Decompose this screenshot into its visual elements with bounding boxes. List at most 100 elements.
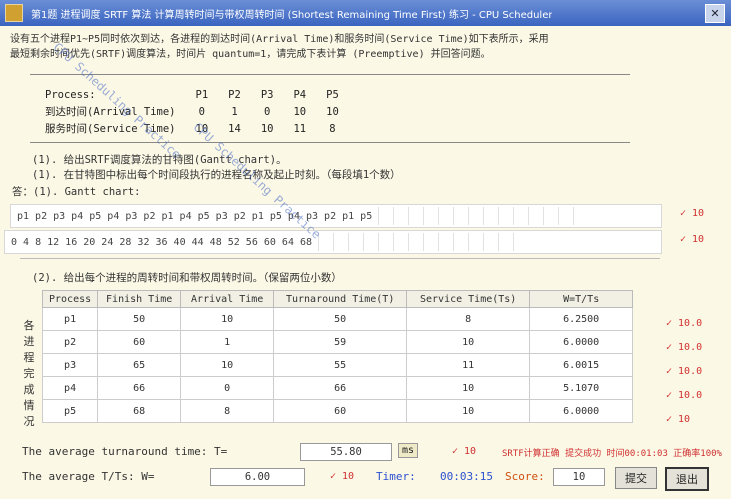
close-button[interactable]: ✕ xyxy=(705,4,725,23)
value-cell: 10 xyxy=(260,122,274,135)
q2-title: (2). 给出每个进程的周转时间和带权周转时间。（保留两位小数） xyxy=(32,272,342,284)
cell-service[interactable] xyxy=(406,353,531,377)
turnaround-input[interactable] xyxy=(278,358,402,372)
cell-turnaround[interactable] xyxy=(273,330,408,354)
cell-weighted[interactable] xyxy=(529,376,634,400)
cell-service[interactable] xyxy=(406,307,531,331)
weighted-input[interactable] xyxy=(533,404,630,418)
service-input[interactable] xyxy=(411,404,526,418)
avg-weighted-field[interactable] xyxy=(210,468,305,486)
question-line-2: 最短剩余时间优先(SRTF)调度算法，时间片 quantum=1，请完成下表计算… xyxy=(10,49,491,60)
col-header: Finish Time xyxy=(97,290,182,308)
score-field xyxy=(553,468,605,486)
service-input[interactable] xyxy=(411,358,526,372)
service-input[interactable] xyxy=(411,312,526,326)
col-header: W=T/Ts xyxy=(529,290,634,308)
avg-turnaround-field[interactable] xyxy=(300,443,392,461)
window-title: 第1题 进程调度 SRTF 算法 计算周转时间与带权周转时间 (Shortest… xyxy=(31,9,553,21)
row-mark: ✓ 10.0 xyxy=(666,318,703,329)
cell-weighted[interactable] xyxy=(529,330,634,354)
finish-input[interactable] xyxy=(100,381,179,395)
submit-button[interactable]: 提交 xyxy=(615,467,657,489)
cell-arrival[interactable] xyxy=(180,376,275,400)
row-mark: ✓ 10.0 xyxy=(666,366,703,377)
weighted-input[interactable] xyxy=(533,312,630,326)
table-row: p1 xyxy=(41,307,634,331)
cell-arrival[interactable] xyxy=(180,399,275,423)
col-header: Process xyxy=(41,290,99,308)
cell-turnaround[interactable] xyxy=(273,353,408,377)
cell-service[interactable] xyxy=(406,399,531,423)
finish-input[interactable] xyxy=(100,312,179,326)
weighted-input[interactable] xyxy=(533,335,630,349)
cell-finish[interactable] xyxy=(97,330,182,354)
cell-weighted[interactable] xyxy=(529,353,634,377)
q1-mark-2: ✓ 10 xyxy=(680,234,705,245)
avg-weighted-mark: ✓ 10 xyxy=(330,471,355,482)
avg-turnaround-mark: ✓ 10 xyxy=(452,446,477,457)
avg-turnaround-unit: ms xyxy=(398,443,419,458)
cell-turnaround[interactable] xyxy=(273,399,408,423)
service-input[interactable] xyxy=(411,381,526,395)
gantt-time-sequence: 0 4 8 12 16 20 24 28 32 36 40 44 48 52 5… xyxy=(11,236,313,248)
cell-process: p2 xyxy=(41,330,99,354)
cell-process: p4 xyxy=(41,376,99,400)
cell-finish[interactable] xyxy=(97,376,182,400)
cell-weighted[interactable] xyxy=(529,399,634,423)
arrival-input[interactable] xyxy=(183,358,271,372)
cell-turnaround[interactable] xyxy=(273,376,408,400)
arrival-input[interactable] xyxy=(183,404,271,418)
turnaround-input[interactable] xyxy=(278,312,402,326)
process-header-cell: P3 xyxy=(260,88,274,101)
cell-finish[interactable] xyxy=(97,353,182,377)
avg-turnaround-label: The average turnaround time: T= xyxy=(22,445,228,458)
cell-finish[interactable] xyxy=(97,307,182,331)
gantt-empty-cells[interactable] xyxy=(318,233,528,251)
q1-subtitle: (1). 在甘特图中标出每个时间段执行的进程名称及起止时刻。（每段填1个数） xyxy=(32,169,401,181)
table-row: p3 xyxy=(41,353,634,377)
turnaround-input[interactable] xyxy=(278,404,402,418)
col-header: Arrival Time xyxy=(180,290,275,308)
weighted-input[interactable] xyxy=(533,381,630,395)
cell-arrival[interactable] xyxy=(180,353,275,377)
finish-input[interactable] xyxy=(100,358,179,372)
arrival-input[interactable] xyxy=(183,312,271,326)
weighted-input[interactable] xyxy=(533,358,630,372)
gantt-process-sequence: p1 p2 p3 p4 p5 p4 p3 p2 p1 p4 p5 p3 p2 p… xyxy=(17,210,373,222)
cell-service[interactable] xyxy=(406,330,531,354)
cell-weighted[interactable] xyxy=(529,307,634,331)
results-table: Process Finish Time Arrival Time Turnaro… xyxy=(41,290,634,423)
turnaround-input[interactable] xyxy=(278,381,402,395)
value-cell: 14 xyxy=(228,122,241,135)
finish-input[interactable] xyxy=(100,335,179,349)
arrival-row: 到达时间(Arrival Time) 0 1 0 10 10 xyxy=(45,103,349,120)
value-cell: 11 xyxy=(293,122,307,135)
cell-arrival[interactable] xyxy=(180,330,275,354)
table-row: p5 xyxy=(41,399,634,423)
value-cell: 10 xyxy=(293,105,307,118)
divider xyxy=(30,142,630,143)
cell-service[interactable] xyxy=(406,376,531,400)
table-row: p4 xyxy=(41,376,634,400)
gantt-process-row[interactable]: p1 p2 p3 p4 p5 p4 p3 p2 p1 p4 p5 p3 p2 p… xyxy=(10,204,662,228)
cell-process: p1 xyxy=(41,307,99,331)
finish-input[interactable] xyxy=(100,404,179,418)
cell-arrival[interactable] xyxy=(180,307,275,331)
gantt-time-row[interactable]: 0 4 8 12 16 20 24 28 32 36 40 44 48 52 5… xyxy=(4,230,662,254)
arrival-input[interactable] xyxy=(183,381,271,395)
process-header-cell: P2 xyxy=(228,88,241,101)
exit-button[interactable]: 退出 xyxy=(665,467,709,491)
cell-finish[interactable] xyxy=(97,399,182,423)
process-header-cell: P1 xyxy=(195,88,209,101)
cell-turnaround[interactable] xyxy=(273,307,408,331)
process-header-row: Process: P1 P2 P3 P4 P5 xyxy=(45,86,349,103)
title-bar: 第1题 进程调度 SRTF 算法 计算周转时间与带权周转时间 (Shortest… xyxy=(0,0,731,26)
gantt-empty-cells[interactable] xyxy=(378,207,588,225)
value-cell: 0 xyxy=(263,105,271,118)
value-cell: 10 xyxy=(326,105,339,118)
arrival-input[interactable] xyxy=(183,335,271,349)
service-input[interactable] xyxy=(411,335,526,349)
q1-answer-label: 答：(1). Gantt chart: xyxy=(12,186,141,198)
col-header: Service Time(Ts) xyxy=(406,290,531,308)
turnaround-input[interactable] xyxy=(278,335,402,349)
